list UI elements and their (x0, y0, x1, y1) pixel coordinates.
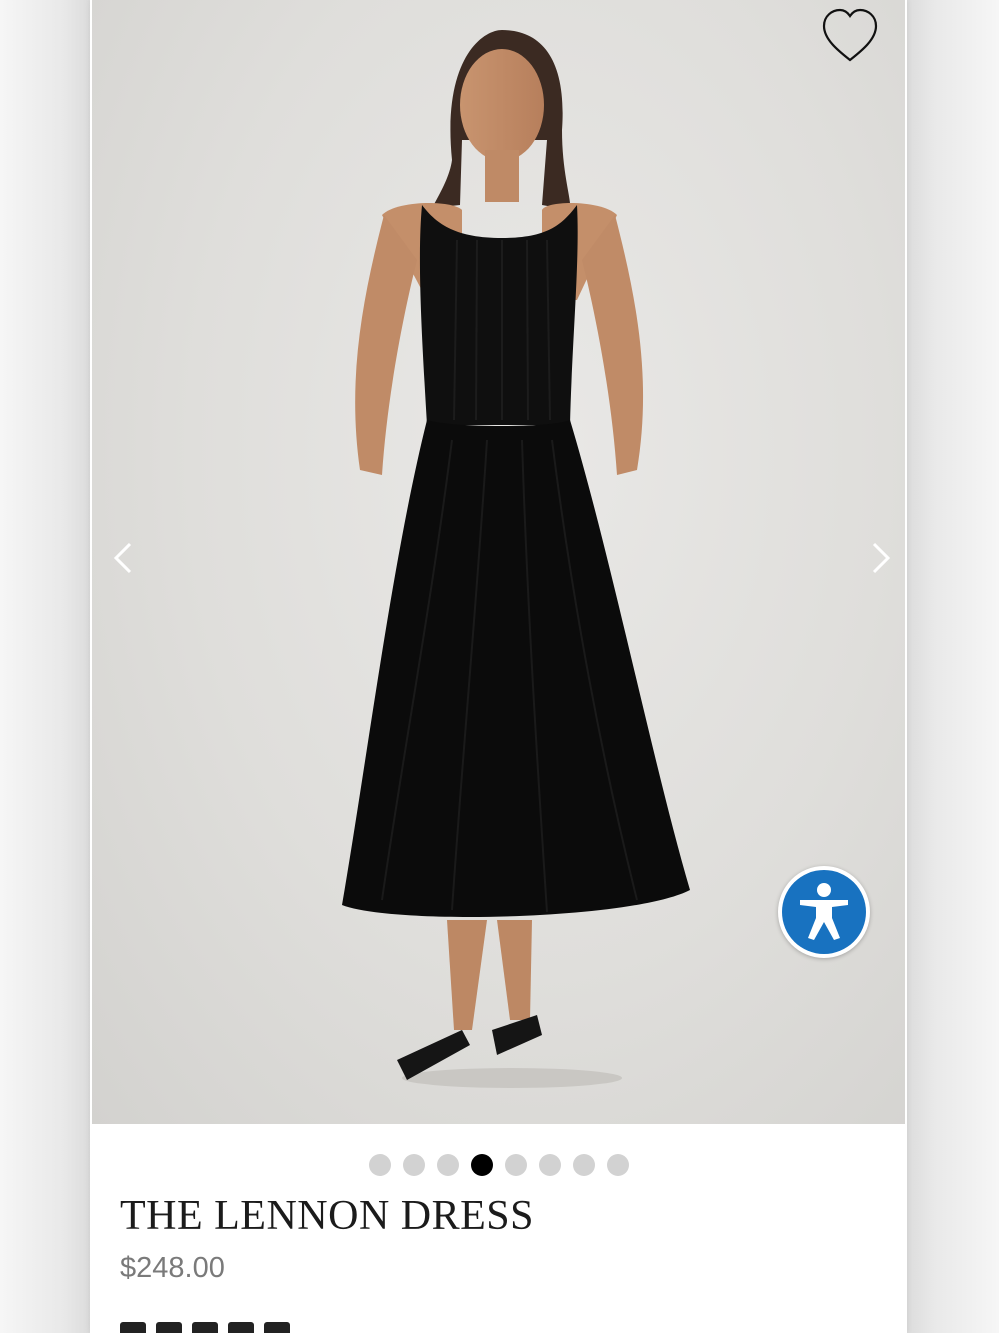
product-image-gallery[interactable] (92, 0, 905, 1124)
previous-image-chevron-left-icon[interactable] (104, 536, 144, 580)
next-image-chevron-right-icon[interactable] (860, 536, 900, 580)
pagination-dot[interactable] (538, 1154, 561, 1176)
gallery-pagination (90, 1154, 907, 1178)
product-title: THE LENNON DRESS (120, 1193, 534, 1239)
accessibility-person-icon (782, 870, 866, 954)
truncated-content (120, 1322, 340, 1333)
pagination-dot[interactable] (572, 1154, 595, 1176)
pagination-dot[interactable] (504, 1154, 527, 1176)
pagination-dot[interactable] (368, 1154, 391, 1176)
pagination-dot[interactable] (402, 1154, 425, 1176)
accessibility-button[interactable] (778, 866, 870, 958)
product-page: THE LENNON DRESS $248.00 (90, 0, 907, 1333)
pagination-dot-active[interactable] (470, 1154, 493, 1176)
pagination-dot[interactable] (436, 1154, 459, 1176)
background-right (907, 0, 999, 1333)
wishlist-heart-icon[interactable] (818, 4, 882, 68)
pagination-dot[interactable] (606, 1154, 629, 1176)
product-price: $248.00 (120, 1252, 225, 1284)
background-left (0, 0, 90, 1333)
product-photo (342, 30, 690, 1088)
